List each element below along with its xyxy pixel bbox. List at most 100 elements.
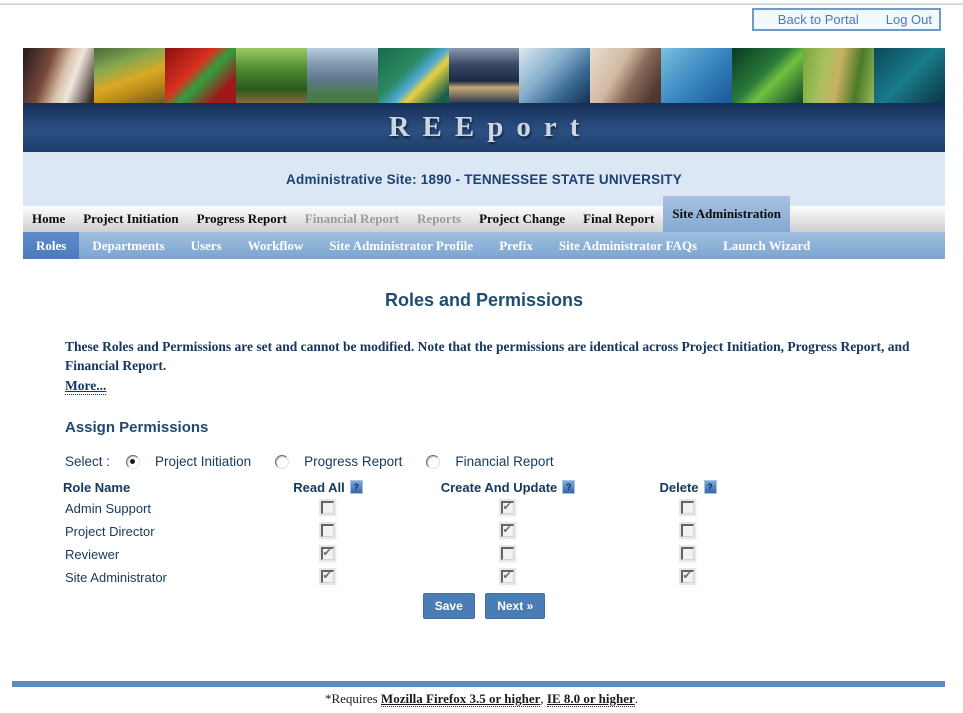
photo-scientist-with-flask bbox=[23, 48, 94, 103]
permissions-table: Role Name Read All Create And Update Del… bbox=[63, 477, 945, 589]
form-buttons: Save Next » bbox=[23, 593, 945, 619]
more-link[interactable]: More... bbox=[65, 378, 107, 395]
help-icon[interactable] bbox=[349, 480, 363, 494]
tab-progress-report[interactable]: Progress Report bbox=[188, 206, 296, 232]
role-label-admin-support: Admin Support bbox=[65, 501, 151, 516]
checkbox-frame bbox=[318, 545, 338, 564]
radio-label: Project Initiation bbox=[155, 454, 252, 469]
column-label: Delete bbox=[659, 479, 699, 495]
tab-project-change[interactable]: Project Change bbox=[470, 206, 574, 232]
checkbox-admin-support-delete[interactable] bbox=[680, 501, 694, 514]
checkbox-frame bbox=[498, 545, 518, 564]
tab-reports: Reports bbox=[417, 211, 462, 226]
assign-permissions-heading: Assign Permissions bbox=[65, 419, 209, 436]
photo-dolphins bbox=[661, 48, 733, 103]
page-title: Roles and Permissions bbox=[384, 290, 584, 310]
subnav-departments[interactable]: Departments bbox=[79, 232, 177, 259]
subnav-users[interactable]: Users bbox=[178, 232, 235, 259]
checkbox-frame bbox=[318, 499, 338, 518]
log-out-link[interactable]: Log Out bbox=[886, 12, 932, 27]
table-cell bbox=[613, 566, 763, 589]
checkbox-project-director-delete[interactable] bbox=[680, 524, 694, 537]
subnav-roles[interactable]: Roles bbox=[23, 232, 80, 259]
help-icon[interactable] bbox=[562, 480, 576, 494]
tab-project-initiation[interactable]: Project Initiation bbox=[74, 206, 187, 232]
table-cell bbox=[253, 497, 403, 520]
photo-aerial-farmland bbox=[803, 48, 875, 103]
radio-label: Progress Report bbox=[304, 454, 403, 469]
subnav-site-administrator-faqs[interactable]: Site Administrator FAQs bbox=[546, 232, 710, 259]
table-cell bbox=[613, 497, 763, 520]
checkbox-site-administrator-read-all[interactable] bbox=[320, 569, 334, 583]
radio-option-project-initiation[interactable]: Project Initiation bbox=[126, 454, 251, 469]
tab-home[interactable]: Home bbox=[23, 206, 74, 232]
checkbox-reviewer-read-all[interactable] bbox=[320, 546, 334, 560]
firefox-link[interactable]: Mozilla Firefox 3.5 or higher bbox=[380, 691, 541, 707]
role-label-site-administrator: Site Administrator bbox=[65, 570, 167, 585]
radio-progress-report[interactable] bbox=[275, 454, 290, 469]
save-button[interactable]: Save bbox=[422, 593, 475, 619]
checkbox-site-administrator-create-and-update[interactable] bbox=[500, 569, 514, 583]
checkbox-reviewer-create-and-update[interactable] bbox=[500, 547, 514, 560]
session-links-box: Back to Portal Log Out bbox=[751, 8, 941, 31]
table-cell bbox=[403, 566, 613, 589]
checkbox-frame bbox=[678, 522, 698, 541]
photo-green-snake bbox=[732, 48, 804, 103]
radio-option-progress-report[interactable]: Progress Report bbox=[275, 454, 402, 469]
role-name-header: Role Name bbox=[63, 479, 131, 495]
photo-sunlit-forest bbox=[235, 48, 307, 103]
select-label: Select : bbox=[65, 454, 111, 469]
subnav-workflow[interactable]: Workflow bbox=[235, 232, 317, 259]
footer-requirements: *Requires Mozilla Firefox 3.5 or higher,… bbox=[0, 691, 963, 707]
admin-site-band: Administrative Site: 1890 - TENNESSEE ST… bbox=[23, 152, 945, 206]
create-and-update-header: Create And Update bbox=[403, 477, 613, 497]
checkbox-site-administrator-delete[interactable] bbox=[680, 569, 694, 583]
checkbox-project-director-read-all[interactable] bbox=[320, 524, 334, 537]
photo-mountain-peaks bbox=[306, 48, 378, 103]
tab-final-report[interactable]: Final Report bbox=[574, 206, 663, 232]
subnav-launch-wizard[interactable]: Launch Wizard bbox=[710, 232, 823, 259]
radio-label: Financial Report bbox=[455, 454, 554, 469]
column-label: Read All bbox=[293, 479, 345, 495]
intro-text: These Roles and Permissions are set and … bbox=[65, 339, 910, 373]
table-cell bbox=[403, 543, 613, 566]
radio-project-initiation[interactable] bbox=[126, 454, 141, 469]
checkbox-frame bbox=[678, 545, 698, 564]
footer-prefix: *Requires bbox=[324, 691, 381, 706]
main-nav: Home Project Initiation Progress Report … bbox=[23, 196, 945, 232]
sub-nav: Roles Departments Users Workflow Site Ad… bbox=[23, 232, 945, 259]
table-cell bbox=[253, 566, 403, 589]
subnav-site-administrator-profile[interactable]: Site Administrator Profile bbox=[316, 232, 486, 259]
photo-strip bbox=[23, 48, 945, 103]
checkbox-frame bbox=[318, 568, 338, 587]
photo-waterfall bbox=[519, 48, 591, 103]
table-cell bbox=[403, 497, 613, 520]
admin-site-title: Administrative Site: 1890 - TENNESSEE ST… bbox=[286, 171, 682, 187]
table-cell bbox=[613, 520, 763, 543]
checkbox-frame bbox=[498, 522, 518, 541]
role-label-project-director: Project Director bbox=[65, 524, 155, 539]
top-divider bbox=[0, 3, 963, 5]
table-cell bbox=[253, 543, 403, 566]
photo-cows-at-pond bbox=[448, 48, 520, 103]
photo-red-flowers-frog bbox=[164, 48, 236, 103]
table-cell bbox=[403, 520, 613, 543]
checkbox-frame bbox=[678, 568, 698, 587]
radio-option-financial-report[interactable]: Financial Report bbox=[426, 454, 554, 469]
help-icon[interactable] bbox=[703, 480, 717, 494]
logo-band: REEport bbox=[23, 103, 945, 152]
table-cell bbox=[613, 543, 763, 566]
checkbox-project-director-create-and-update[interactable] bbox=[500, 523, 514, 537]
radio-financial-report[interactable] bbox=[426, 454, 441, 469]
ie-link[interactable]: IE 8.0 or higher bbox=[546, 691, 635, 707]
reeport-logo: REEport bbox=[388, 111, 593, 143]
next-button[interactable]: Next » bbox=[485, 593, 546, 619]
checkbox-admin-support-read-all[interactable] bbox=[320, 501, 334, 514]
checkbox-reviewer-delete[interactable] bbox=[680, 547, 694, 560]
tab-site-administration[interactable]: Site Administration bbox=[663, 196, 790, 232]
checkbox-admin-support-create-and-update[interactable] bbox=[500, 500, 514, 514]
checkbox-frame bbox=[498, 499, 518, 518]
back-to-portal-link[interactable]: Back to Portal bbox=[778, 12, 859, 27]
subnav-prefix[interactable]: Prefix bbox=[486, 232, 546, 259]
photo-blue-tit-bird bbox=[377, 48, 449, 103]
